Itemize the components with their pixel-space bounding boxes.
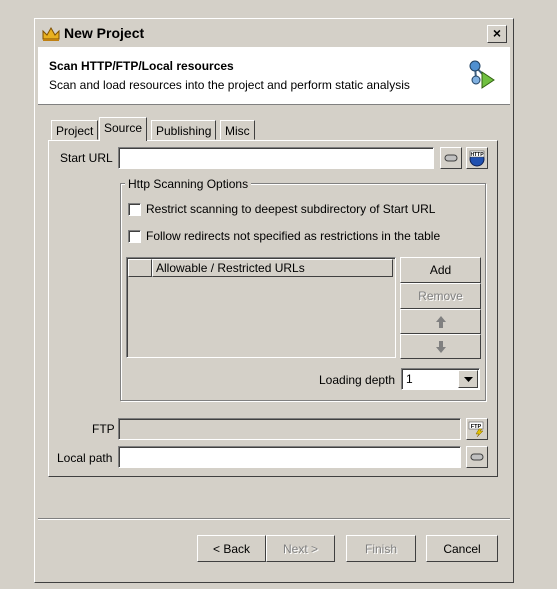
loading-depth-value: 1	[406, 372, 413, 386]
ftp-icon: FTP	[468, 421, 484, 438]
restrict-checkbox[interactable]	[128, 203, 141, 216]
tab-publishing-label: Publishing	[156, 124, 212, 138]
close-button[interactable]: ×	[487, 25, 507, 43]
arrow-up-icon	[435, 315, 446, 328]
move-up-button[interactable]	[400, 309, 481, 334]
start-url-label: Start URL	[60, 151, 113, 165]
add-button[interactable]: Add	[400, 257, 481, 283]
table-header-urls[interactable]: Allowable / Restricted URLs	[152, 259, 393, 277]
wizard-header	[38, 47, 510, 105]
finish-button-label: Finish	[364, 541, 397, 556]
loading-depth-label: Loading depth	[319, 373, 396, 387]
tab-publishing[interactable]: Publishing	[151, 120, 217, 140]
remove-button[interactable]: Remove	[400, 283, 481, 309]
tab-project[interactable]: Project	[51, 120, 99, 140]
browse-url-button[interactable]	[440, 147, 462, 169]
share-network-icon	[466, 58, 498, 90]
http-button[interactable]: HTTP	[466, 147, 488, 169]
next-button-label: Next >	[282, 541, 318, 556]
close-icon: ×	[492, 25, 502, 41]
tab-source-label: Source	[104, 121, 143, 135]
header-title: Scan HTTP/FTP/Local resources	[49, 59, 234, 73]
add-button-label: Add	[429, 263, 452, 277]
start-url-input[interactable]	[118, 147, 434, 169]
tab-project-label: Project	[56, 124, 94, 138]
finish-button[interactable]: Finish	[346, 535, 416, 562]
tab-misc-label: Misc	[225, 124, 250, 138]
tab-misc[interactable]: Misc	[220, 120, 255, 140]
svg-text:HTTP: HTTP	[470, 152, 484, 158]
browse-local-button[interactable]	[466, 446, 488, 468]
back-button-label: < Back	[212, 541, 251, 556]
loading-depth-dropdown-button[interactable]	[458, 370, 478, 388]
ftp-input[interactable]	[118, 418, 461, 440]
next-button[interactable]: Next >	[266, 535, 335, 562]
cancel-button-label: Cancel	[443, 541, 481, 556]
ftp-label: FTP	[92, 422, 115, 436]
local-path-label: Local path	[57, 451, 113, 465]
remove-button-label: Remove	[418, 289, 463, 303]
move-down-button[interactable]	[400, 334, 481, 359]
crown-icon	[41, 26, 61, 42]
table-header-label: Allowable / Restricted URLs	[156, 261, 305, 275]
http-options-label: Http Scanning Options	[125, 177, 252, 191]
follow-redirects-checkbox[interactable]	[128, 230, 141, 243]
ftp-button[interactable]: FTP	[466, 418, 488, 440]
http-globe-icon: HTTP	[469, 150, 485, 167]
restrict-label: Restrict scanning to deepest subdirector…	[146, 202, 436, 216]
chevron-down-icon	[463, 376, 473, 382]
footer-separator	[38, 518, 510, 520]
arrow-down-icon	[435, 340, 446, 353]
window-title: New Project	[64, 25, 145, 41]
minus-icon	[444, 154, 458, 162]
tab-source[interactable]: Source	[99, 117, 148, 141]
header-subtitle: Scan and load resources into the project…	[49, 78, 410, 92]
cancel-button[interactable]: Cancel	[426, 535, 498, 562]
table-header-index[interactable]	[128, 259, 152, 277]
minus-icon	[470, 453, 484, 461]
follow-redirects-label: Follow redirects not specified as restri…	[146, 229, 441, 243]
local-path-input[interactable]	[118, 446, 461, 468]
back-button[interactable]: < Back	[197, 535, 266, 562]
